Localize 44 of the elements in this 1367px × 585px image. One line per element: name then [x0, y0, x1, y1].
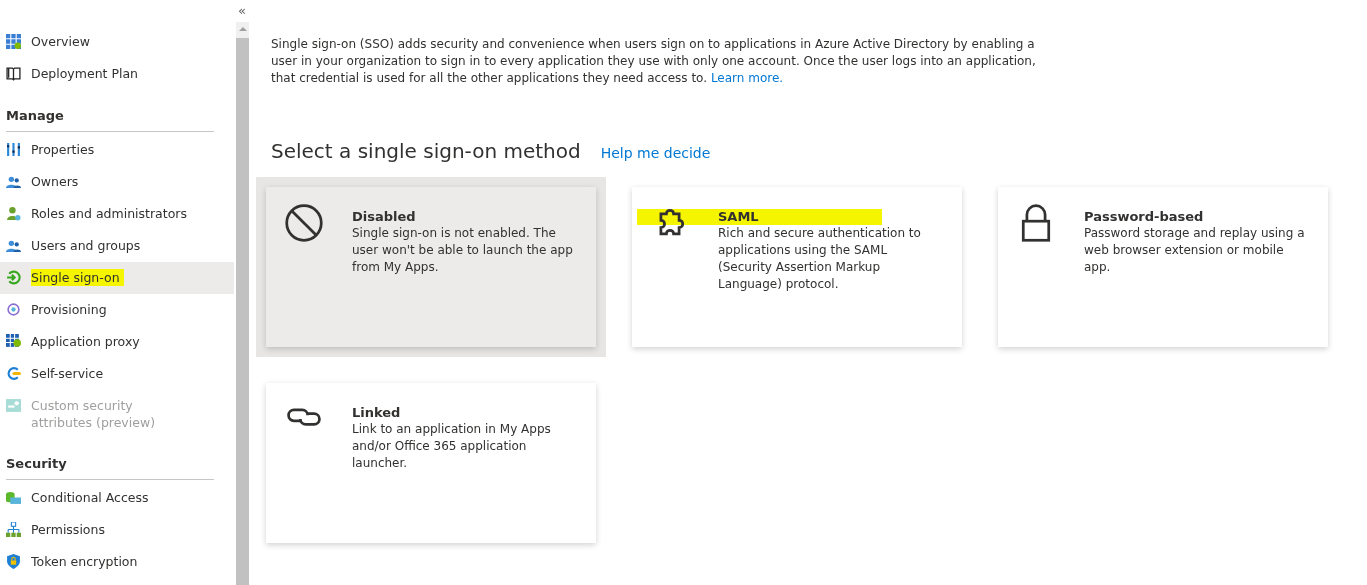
sidebar-item[interactable]: Users and groups: [0, 230, 234, 262]
sidebar-item[interactable]: Owners: [0, 166, 234, 198]
collapse-button[interactable]: «: [238, 0, 246, 22]
person-icon: [6, 206, 21, 221]
sidebar-item[interactable]: Token encryption: [0, 546, 234, 578]
page-heading: Select a single sign-on method: [271, 139, 581, 163]
sidebar-item[interactable]: Self-service: [0, 358, 234, 390]
card-title: SAML: [718, 208, 760, 225]
card-title: Disabled: [352, 208, 417, 225]
method-card[interactable]: Disabled Single sign-on is not enabled. The user won't be able to launch the app from My Apps.: [266, 187, 596, 347]
section-heading: Manage: [5, 107, 65, 125]
sliders-icon: [6, 142, 21, 157]
sidebar-item[interactable]: Overview: [0, 26, 234, 58]
intro-paragraph: Single sign-on (SSO) adds security and convenience when users sign on to applications in Azure Active Directory by enabling a user in your organization to sign in to every application they use with only one account. Once the user logs into an application, that credential is used for all the other applications they need access to. Learn more.: [271, 36, 1037, 87]
card-description: Single sign-on is not enabled. The user won't be able to launch the app from My Apps.: [352, 225, 574, 276]
card-description: Link to an application in My Apps and/or Office 365 application launcher.: [352, 421, 552, 472]
sidebar-item[interactable]: Deployment Plan: [0, 58, 234, 90]
method-card[interactable]: SAML Rich and secure authentication to applications using the SAML (Security Assertion Markup Language) protocol.: [632, 187, 962, 347]
sidebar-item[interactable]: Conditional Access: [0, 482, 234, 514]
people-icon: [6, 238, 21, 253]
help-link[interactable]: Help me decide: [600, 145, 711, 161]
sidebar-item[interactable]: Permissions: [0, 514, 234, 546]
sign-in-icon: [6, 270, 21, 285]
card-description: Rich and secure authentication to applications using the SAML (Security Assertion Markup Language) protocol.: [718, 225, 922, 293]
sidebar-item[interactable]: Properties: [0, 134, 234, 166]
sidebar-item[interactable]: Provisioning: [0, 294, 234, 326]
grid-icon: [6, 34, 21, 49]
hierarchy-icon: [6, 522, 21, 537]
card-description: Password storage and replay using a web browser extension or mobile app.: [1084, 225, 1306, 276]
method-card[interactable]: Password-based Password storage and replay using a web browser extension or mobile app.: [998, 187, 1328, 347]
prohibited-icon: [284, 203, 324, 243]
learn-more-link[interactable]: Learn more.: [710, 71, 784, 85]
card-icon: [6, 398, 21, 413]
sidebar-item[interactable]: Single sign-on: [0, 262, 234, 294]
card-title: Linked: [352, 404, 402, 421]
sidebar-item[interactable]: Roles and administrators: [0, 198, 234, 230]
section-heading: Security: [5, 455, 68, 473]
card-title: Password-based: [1084, 208, 1205, 225]
sidebar-item[interactable]: Application proxy: [0, 326, 234, 358]
book-icon: [6, 66, 21, 81]
grid-icon: [6, 334, 21, 349]
scrollbar[interactable]: [235, 22, 249, 585]
people-icon: [6, 174, 21, 189]
method-card[interactable]: Linked Link to an application in My Apps and/or Office 365 application launcher.: [266, 383, 596, 543]
